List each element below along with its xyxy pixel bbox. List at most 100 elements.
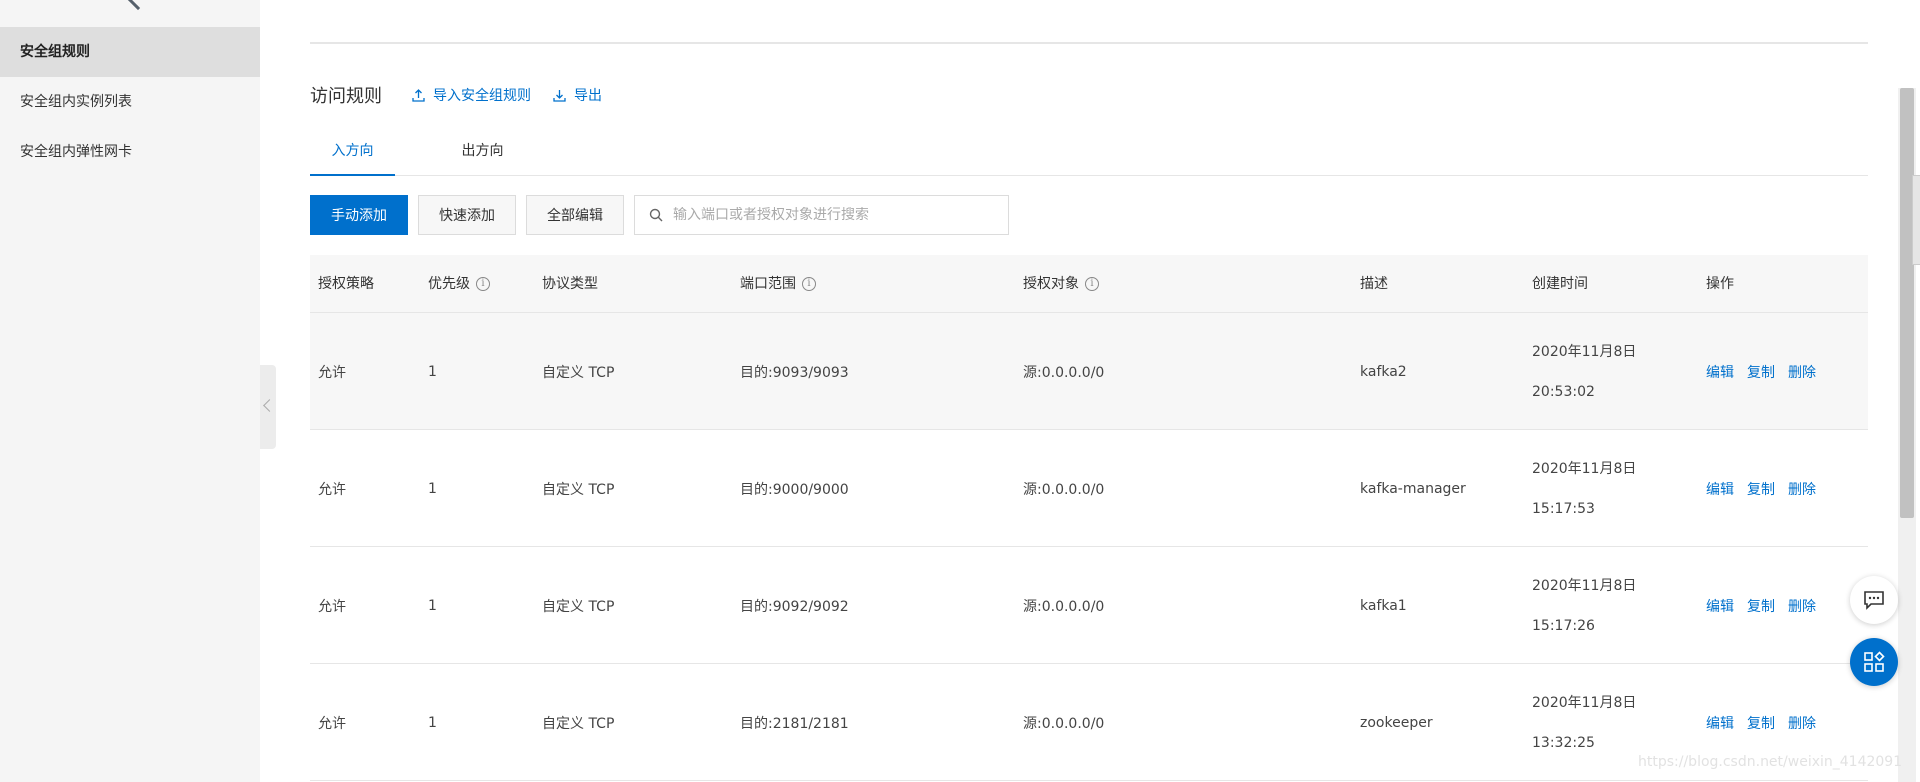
copy-link[interactable]: 复制 [1747,479,1775,499]
created-date: 2020年11月8日 [1532,577,1637,594]
edit-link[interactable]: 编辑 [1706,713,1734,733]
table-header: 授权策略 优先级 i 协议类型 端口范围 i 授权对象 i 描述 创建时间 操作 [310,255,1868,313]
apps-button[interactable] [1850,638,1898,686]
sidebar-item-elastic-nic[interactable]: 安全组内弹性网卡 [0,127,260,177]
cell-actions: 编辑 复制 删除 [1706,430,1829,547]
import-rules-button[interactable]: 导入安全组规则 [412,85,531,105]
upload-icon [412,88,425,102]
cell-description: kafka-manager [1360,480,1466,497]
cell-created-time: 2020年11月8日 15:17:26 [1532,547,1636,664]
column-header-label: 描述 [1360,276,1388,292]
tab-inbound[interactable]: 入方向 [310,136,395,176]
cell-actions: 编辑 复制 删除 [1706,547,1829,664]
cell-port-range: 目的:9000/9000 [740,481,849,498]
copy-link[interactable]: 复制 [1747,362,1775,382]
created-time: 20:53:02 [1532,383,1595,400]
export-label: 导出 [574,88,602,104]
cell-created-time: 2020年11月8日 15:17:53 [1532,430,1636,547]
cell-policy: 允许 [318,598,346,615]
cell-port-range: 目的:9093/9093 [740,364,849,381]
sidebar: 安全组规则 安全组内实例列表 安全组内弹性网卡 [0,0,260,782]
column-header-policy: 授权策略 [318,255,374,313]
copy-link[interactable]: 复制 [1747,596,1775,616]
watermark: https://blog.csdn.net/weixin_4142091 [1638,754,1903,770]
direction-tabs: 入方向 出方向 [310,136,1868,176]
created-time: 15:17:53 [1532,500,1595,517]
toolbar: 手动添加 快速添加 全部编辑 [310,195,1009,235]
column-header-priority: 优先级 i [428,255,490,313]
column-header-label: 端口范围 [740,276,796,292]
created-date: 2020年11月8日 [1532,460,1637,477]
column-header-label: 优先级 [428,276,470,292]
cell-target: 源:0.0.0.0/0 [1023,364,1105,381]
cell-created-time: 2020年11月8日 20:53:02 [1532,313,1636,430]
created-time: 13:32:25 [1532,734,1595,751]
edit-link[interactable]: 编辑 [1706,596,1734,616]
edit-link[interactable]: 编辑 [1706,362,1734,382]
column-header-actions: 操作 [1706,255,1734,313]
delete-link[interactable]: 删除 [1788,596,1816,616]
delete-link[interactable]: 删除 [1788,713,1816,733]
cell-protocol: 自定义 TCP [542,481,615,498]
chat-button[interactable] [1850,576,1898,624]
created-date: 2020年11月8日 [1532,694,1637,711]
cell-protocol: 自定义 TCP [542,598,615,615]
search-icon [649,208,663,222]
table-row: 允许 1 自定义 TCP 目的:9093/9093 源:0.0.0.0/0 ka… [310,313,1868,430]
column-header-label: 创建时间 [1532,276,1588,292]
chevron-left-icon [263,399,276,412]
delete-link[interactable]: 删除 [1788,479,1816,499]
edit-link[interactable]: 编辑 [1706,479,1734,499]
cell-protocol: 自定义 TCP [542,364,615,381]
cell-protocol: 自定义 TCP [542,715,615,732]
column-header-target: 授权对象 i [1023,255,1099,313]
table-row: 允许 1 自定义 TCP 目的:9092/9092 源:0.0.0.0/0 ka… [310,547,1868,664]
column-header-protocol: 协议类型 [542,255,598,313]
divider [310,42,1868,44]
main-content: 访问规则 导入安全组规则 导出 入方向 出方向 手动添加 快速添加 全部编辑 输… [310,0,1868,782]
search-box [634,195,1009,235]
info-icon[interactable]: i [476,277,490,291]
export-button[interactable]: 导出 [553,85,602,105]
cell-priority: 1 [428,480,437,497]
rules-header: 访问规则 导入安全组规则 导出 [310,80,624,110]
table-row: 允许 1 自定义 TCP 目的:2181/2181 源:0.0.0.0/0 zo… [310,664,1868,781]
rules-table: 授权策略 优先级 i 协议类型 端口范围 i 授权对象 i 描述 创建时间 操作 允许… [310,255,1868,781]
search-input[interactable] [673,207,993,223]
column-header-label: 授权策略 [318,276,374,292]
cell-priority: 1 [428,597,437,614]
quick-add-button[interactable]: 快速添加 [418,195,516,235]
column-header-port-range: 端口范围 i [740,255,816,313]
copy-link[interactable]: 复制 [1747,713,1775,733]
cell-priority: 1 [428,714,437,731]
info-icon[interactable]: i [1085,277,1099,291]
column-header-label: 授权对象 [1023,276,1079,292]
scrollbar-thumb[interactable] [1900,88,1914,518]
apps-icon [1864,651,1885,672]
manual-add-button[interactable]: 手动添加 [310,195,408,235]
cell-port-range: 目的:9092/9092 [740,598,849,615]
cell-target: 源:0.0.0.0/0 [1023,598,1105,615]
delete-link[interactable]: 删除 [1788,362,1816,382]
column-header-label: 协议类型 [542,276,598,292]
back-arrow-icon[interactable] [123,0,153,11]
cell-description: kafka1 [1360,597,1407,614]
table-row: 允许 1 自定义 TCP 目的:9000/9000 源:0.0.0.0/0 ka… [310,430,1868,547]
info-icon[interactable]: i [802,277,816,291]
column-header-created: 创建时间 [1532,255,1588,313]
sidebar-collapse-handle[interactable] [260,365,276,449]
edit-all-button[interactable]: 全部编辑 [526,195,624,235]
cell-target: 源:0.0.0.0/0 [1023,715,1105,732]
edge-tab[interactable] [1912,175,1920,265]
cell-target: 源:0.0.0.0/0 [1023,481,1105,498]
sidebar-item-security-group-rules[interactable]: 安全组规则 [0,27,260,77]
created-date: 2020年11月8日 [1532,343,1637,360]
download-icon [553,89,566,102]
page-title: 访问规则 [310,86,382,107]
tab-outbound[interactable]: 出方向 [440,136,525,176]
sidebar-item-instance-list[interactable]: 安全组内实例列表 [0,77,260,127]
cell-description: kafka2 [1360,363,1407,380]
chat-icon [1864,591,1884,610]
cell-policy: 允许 [318,481,346,498]
cell-created-time: 2020年11月8日 13:32:25 [1532,664,1636,781]
